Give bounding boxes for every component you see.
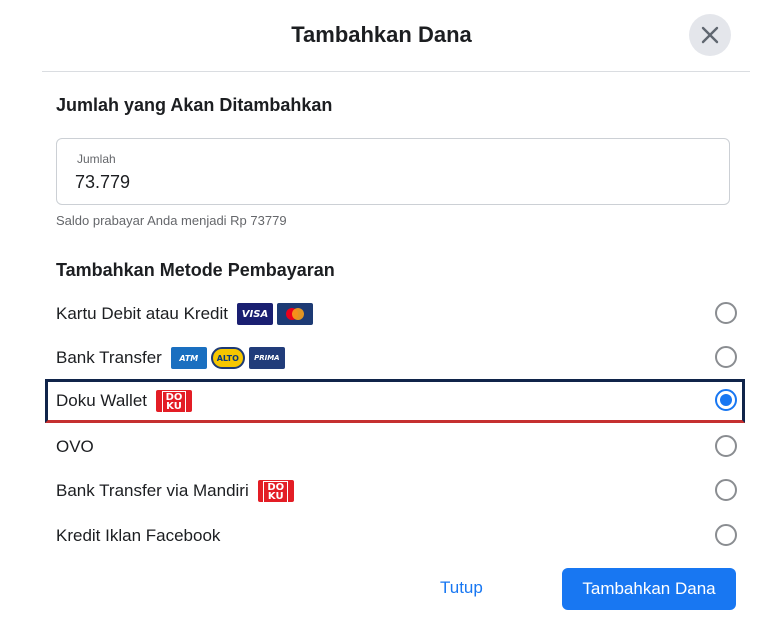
close-link-button[interactable]: Tutup	[440, 578, 483, 598]
payment-method-label: Doku Wallet	[56, 391, 148, 410]
dialog-title: Tambahkan Dana	[291, 22, 472, 47]
doku-logo-bottom: KU	[166, 400, 182, 412]
payment-method-card[interactable]: Kartu Debit atau Kredit VISA	[45, 292, 745, 336]
doku-logo: DO KU	[257, 480, 294, 503]
visa-logo: VISA	[236, 303, 273, 325]
atm-bersama-logo: ATM	[170, 347, 207, 369]
radio-selected-dot	[720, 394, 732, 406]
payment-method-label: Bank Transfer via Mandiri	[56, 481, 249, 500]
payment-method-label: Bank Transfer	[56, 348, 162, 367]
payment-method-ovo[interactable]: OVO	[45, 425, 745, 469]
radio-facebook-credit[interactable]	[715, 524, 737, 546]
dialog-header: Tambahkan Dana	[0, 0, 763, 72]
payment-method-bank-transfer[interactable]: Bank Transfer ATM ALTO PRIMA	[45, 336, 745, 380]
mastercard-logo	[276, 303, 313, 325]
radio-ovo[interactable]	[715, 435, 737, 457]
amount-input[interactable]	[75, 172, 675, 193]
add-funds-button[interactable]: Tambahkan Dana	[562, 568, 736, 610]
payment-method-facebook-credit[interactable]: Kredit Iklan Facebook	[45, 514, 745, 558]
amount-field-label: Jumlah	[77, 152, 116, 166]
amount-section-title: Jumlah yang Akan Ditambahkan	[56, 95, 333, 115]
payment-method-doku-wallet[interactable]: Doku Wallet DO KU	[45, 379, 745, 423]
alto-logo: ALTO	[210, 347, 245, 369]
doku-logo-bottom: KU	[267, 490, 284, 502]
payment-method-label: Kartu Debit atau Kredit	[56, 304, 228, 323]
balance-helper-text: Saldo prabayar Anda menjadi Rp 73779	[56, 213, 287, 228]
amount-field[interactable]: Jumlah	[56, 138, 730, 205]
doku-logo: DO KU	[156, 390, 193, 413]
radio-bank-transfer[interactable]	[715, 346, 737, 368]
payment-method-label: Kredit Iklan Facebook	[56, 526, 221, 545]
radio-doku-wallet[interactable]	[715, 389, 737, 411]
payment-method-label: OVO	[56, 437, 94, 456]
radio-card[interactable]	[715, 302, 737, 324]
radio-mandiri[interactable]	[715, 479, 737, 501]
close-button[interactable]	[689, 14, 731, 56]
header-divider	[42, 71, 750, 72]
prima-logo: PRIMA	[248, 347, 285, 369]
payment-method-mandiri[interactable]: Bank Transfer via Mandiri DO KU	[45, 469, 745, 513]
close-icon	[701, 26, 719, 44]
payment-section-title: Tambahkan Metode Pembayaran	[56, 260, 335, 280]
